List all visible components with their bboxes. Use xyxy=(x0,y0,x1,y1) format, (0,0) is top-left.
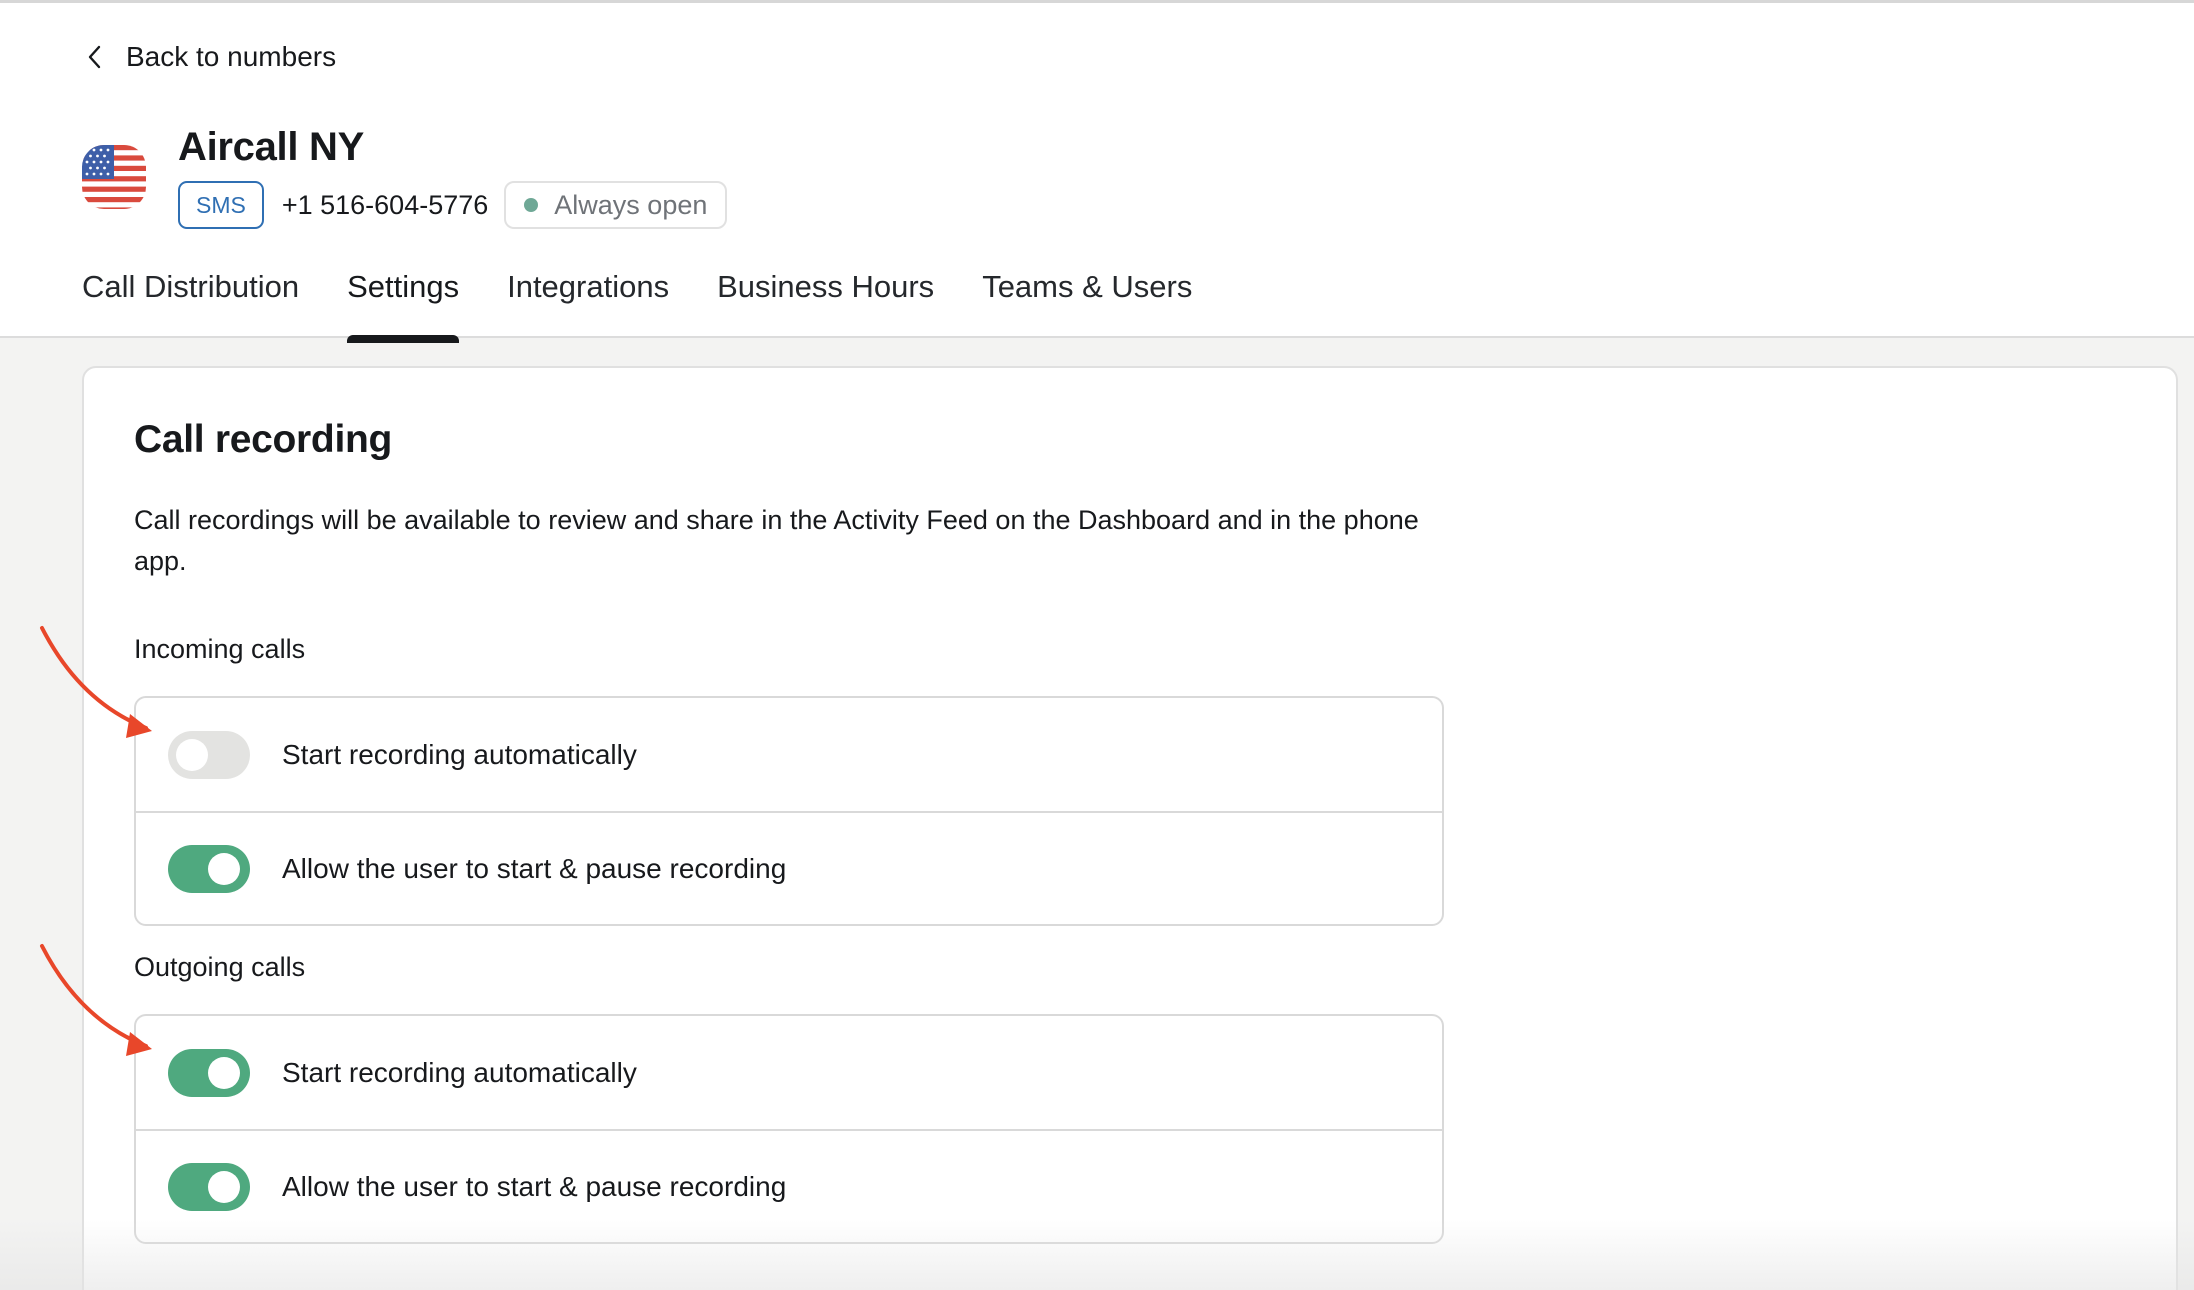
toggle-knob xyxy=(208,1170,240,1203)
toggle-knob xyxy=(208,852,240,885)
outgoing-options: Start recording automatically Allow the … xyxy=(134,1014,1444,1244)
option-row: Start recording automatically xyxy=(136,1016,1442,1129)
section-title: Call recording xyxy=(134,418,393,461)
chevron-left-icon xyxy=(88,45,101,69)
back-to-numbers-link[interactable]: Back to numbers xyxy=(84,39,336,75)
toggle-knob xyxy=(176,738,208,771)
tab-settings[interactable]: Settings xyxy=(347,265,460,343)
tab-integrations[interactable]: Integrations xyxy=(507,265,669,341)
status-dot-icon xyxy=(524,198,539,212)
back-link-label: Back to numbers xyxy=(126,41,337,72)
phone-number: +1 516-604-5776 xyxy=(281,189,489,220)
sms-badge: SMS xyxy=(178,181,264,229)
incoming-user-control-toggle[interactable] xyxy=(168,844,250,893)
number-tabs: Call Distribution Settings Integrations … xyxy=(82,265,1192,343)
incoming-auto-record-toggle[interactable] xyxy=(168,730,250,779)
incoming-options: Start recording automatically Allow the … xyxy=(134,696,1444,926)
us-flag-icon xyxy=(82,145,146,209)
call-recording-card: Call recording Call recordings will be a… xyxy=(82,366,2178,1290)
number-meta-row: SMS +1 516-604-5776 Always open xyxy=(178,181,728,229)
option-label: Start recording automatically xyxy=(282,1056,637,1088)
incoming-calls-label: Incoming calls xyxy=(134,634,306,664)
section-description: Call recordings will be available to rev… xyxy=(134,505,1419,576)
tab-call-distribution[interactable]: Call Distribution xyxy=(82,265,299,341)
tab-teams-users[interactable]: Teams & Users xyxy=(982,265,1192,341)
status-label: Always open xyxy=(554,189,708,220)
option-row: Allow the user to start & pause recordin… xyxy=(136,811,1442,924)
number-header: Back to numbers Aircall NY SMS +1 516-60… xyxy=(0,0,2194,343)
toggle-knob xyxy=(208,1056,240,1089)
outgoing-auto-record-toggle[interactable] xyxy=(168,1048,250,1097)
option-label: Allow the user to start & pause recordin… xyxy=(282,852,787,884)
option-row: Allow the user to start & pause recordin… xyxy=(136,1129,1442,1242)
number-title: Aircall NY xyxy=(178,125,364,169)
option-label: Allow the user to start & pause recordin… xyxy=(282,1170,787,1202)
option-row: Start recording automatically xyxy=(136,698,1442,811)
outgoing-user-control-toggle[interactable] xyxy=(168,1162,250,1211)
option-label: Start recording automatically xyxy=(282,738,637,770)
tab-business-hours[interactable]: Business Hours xyxy=(717,265,934,341)
status-badge: Always open xyxy=(504,181,728,229)
outgoing-calls-label: Outgoing calls xyxy=(134,952,306,982)
